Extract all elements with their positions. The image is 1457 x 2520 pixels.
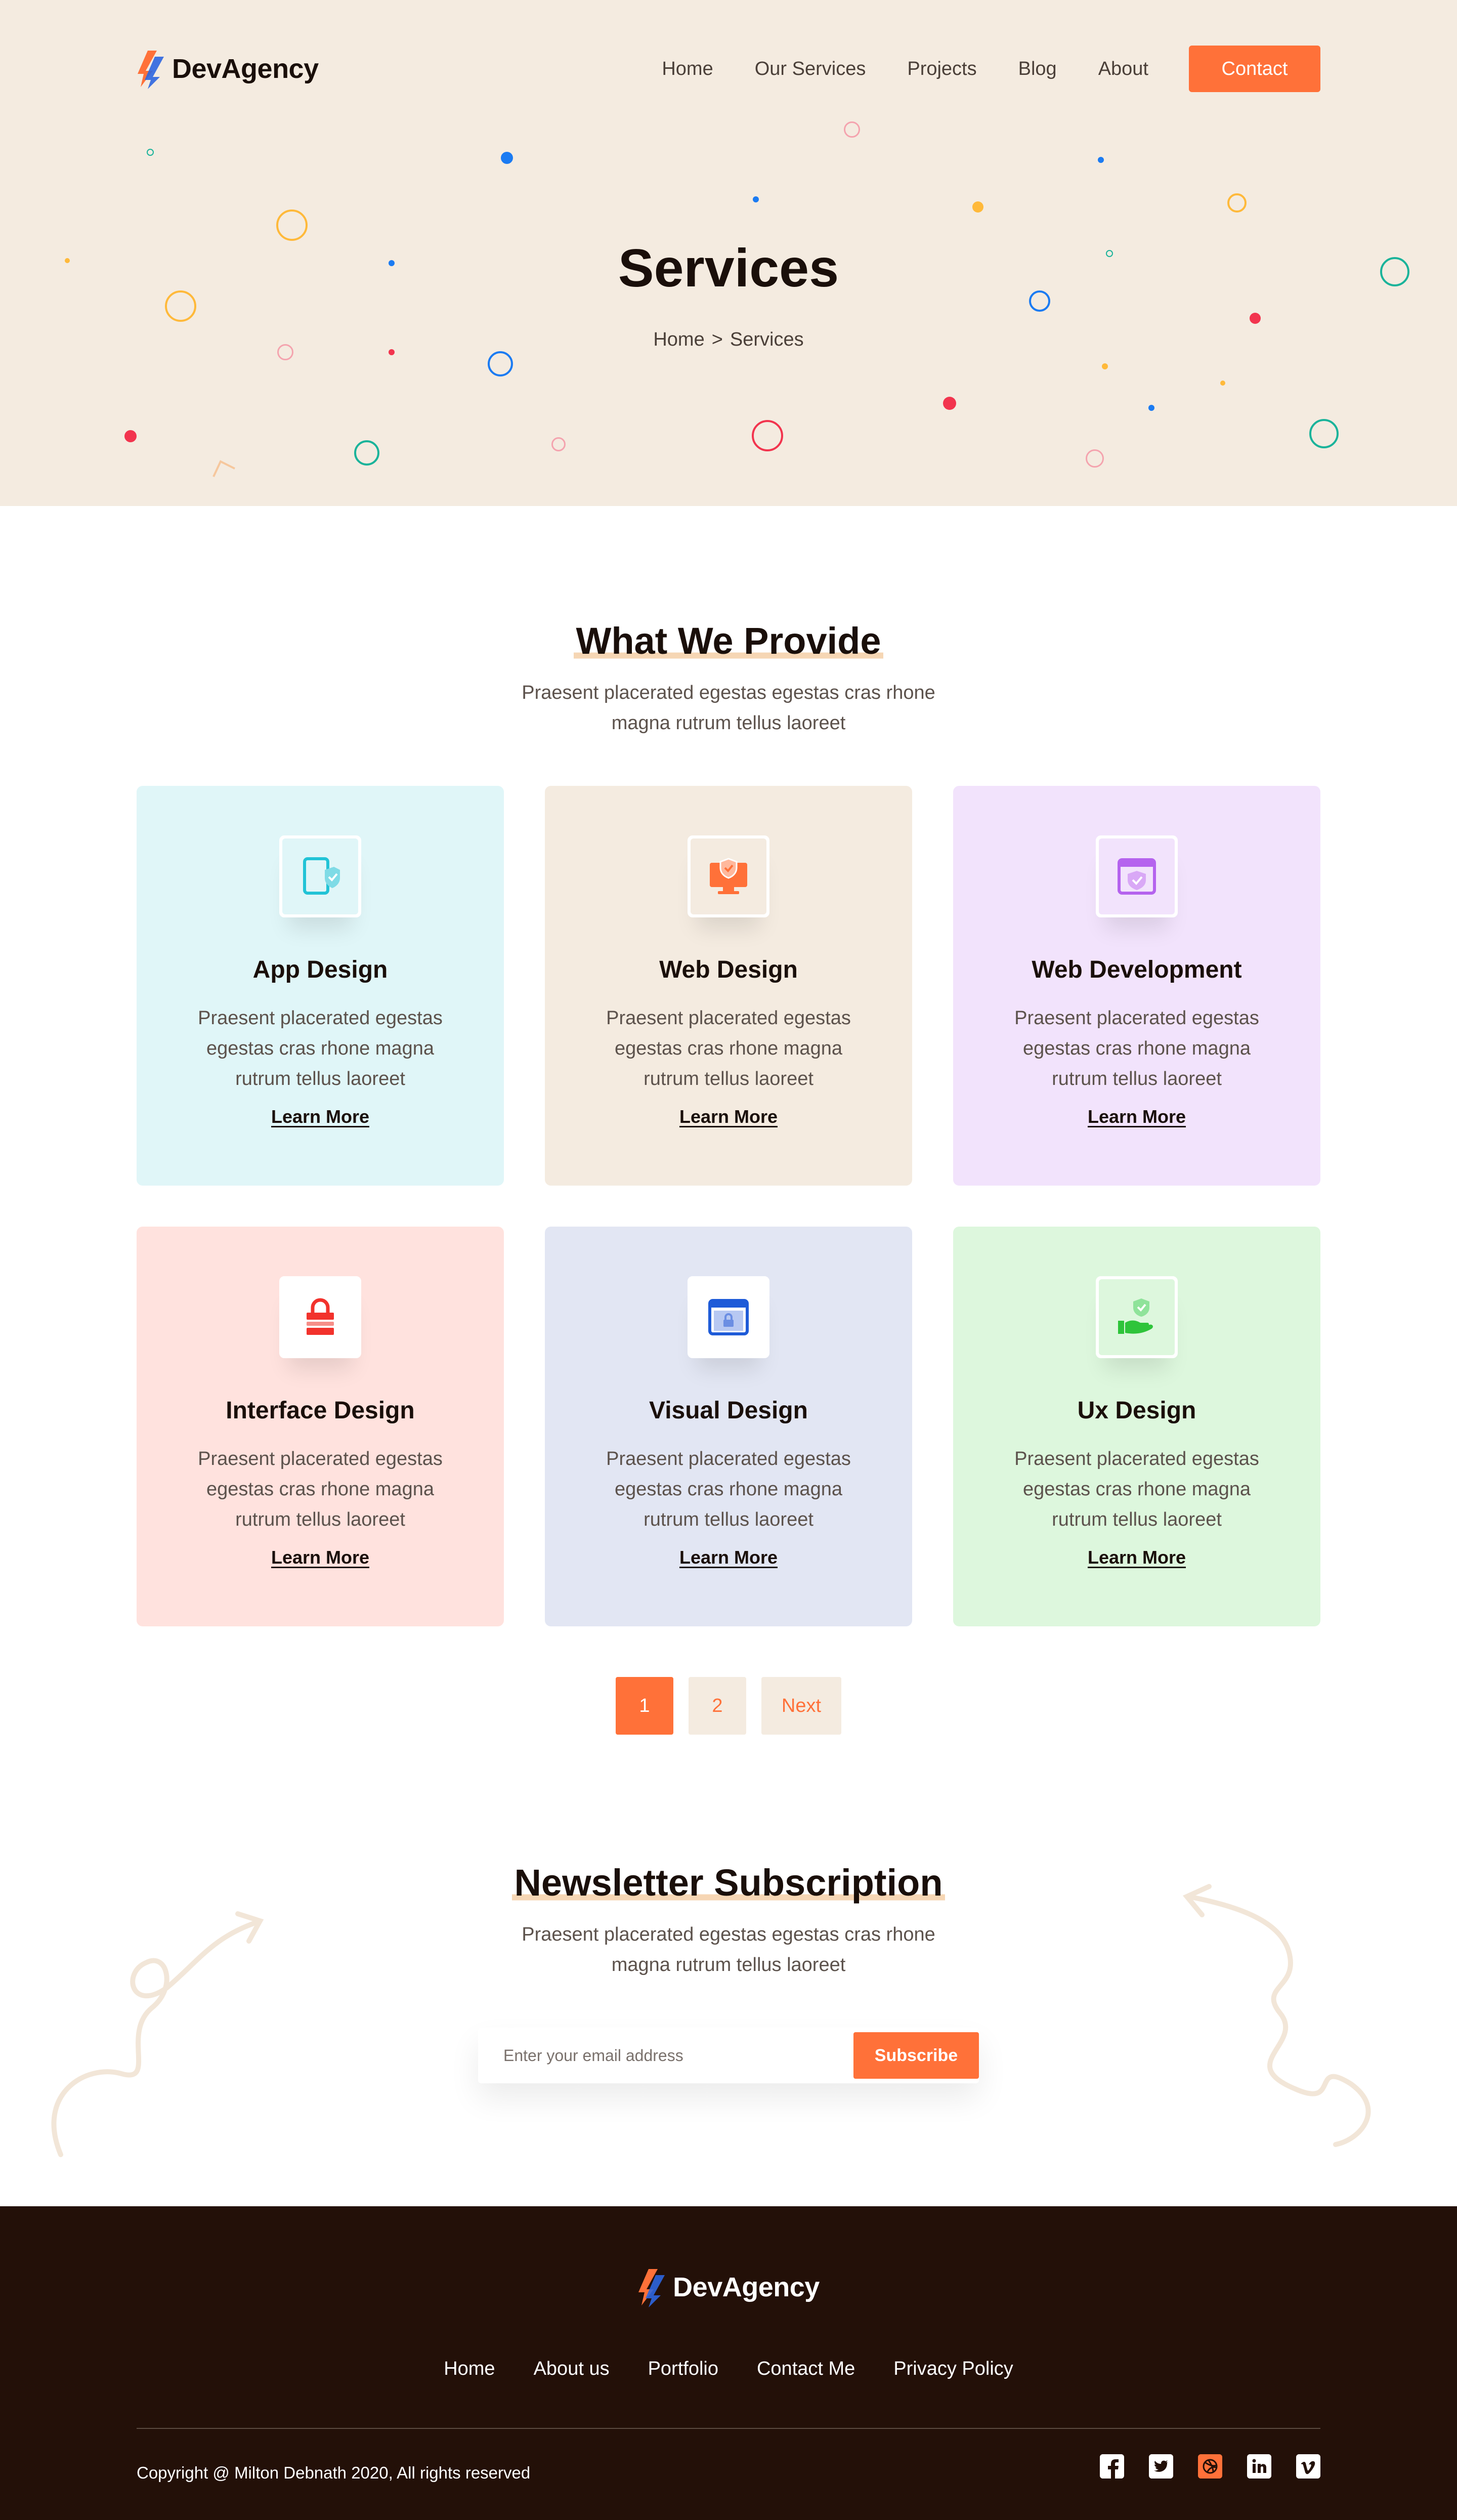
next-page-button[interactable]: Next — [761, 1677, 842, 1735]
email-input[interactable]: Enter your email address — [503, 2046, 683, 2065]
learn-more-link[interactable]: Learn More — [679, 1106, 778, 1127]
vimeo-icon[interactable] — [1296, 2454, 1320, 2479]
nav-blog[interactable]: Blog — [1018, 58, 1057, 80]
footer-link-contact-me[interactable]: Contact Me — [757, 2358, 855, 2380]
service-card-app-design: App Design Praesent placerated egestas e… — [137, 786, 504, 1186]
learn-more-link[interactable]: Learn More — [1088, 1106, 1186, 1127]
services-section: What We Provide Praesent placerated eges… — [137, 506, 1320, 1735]
footer-link-about-us[interactable]: About us — [534, 2358, 610, 2380]
service-icon-box — [279, 835, 361, 917]
window-lock-icon — [708, 1299, 749, 1335]
tablet-shield-icon — [303, 857, 340, 895]
learn-more-link[interactable]: Learn More — [679, 1547, 778, 1568]
footer-link-privacy-policy[interactable]: Privacy Policy — [893, 2358, 1013, 2380]
main-menu: Home Our Services Projects Blog About Co… — [662, 46, 1320, 92]
nav-projects[interactable]: Projects — [907, 58, 976, 80]
service-card-visual-design: Visual Design Praesent placerated egesta… — [545, 1227, 912, 1626]
service-icon-bg — [282, 1279, 358, 1355]
footer: DevAgency Home About us Portfolio Contac… — [0, 2206, 1457, 2520]
service-description: Praesent placerated egestas egestas cras… — [198, 1007, 443, 1089]
nav-about[interactable]: About — [1098, 58, 1148, 80]
decorative-arrow-left — [51, 1911, 264, 2157]
service-icon-bg — [282, 838, 358, 914]
service-description: Praesent placerated egestas egestas cras… — [1014, 1007, 1259, 1089]
services-subtitle: Praesent placerated egestas egestas cras… — [522, 682, 935, 734]
browser-shield-icon — [1118, 858, 1156, 895]
service-title: Ux Design — [1077, 1397, 1196, 1424]
service-title: App Design — [252, 956, 388, 983]
linkedin-icon[interactable] — [1247, 2454, 1271, 2479]
hero-section: DevAgency Home Our Services Projects Blo… — [0, 0, 1457, 506]
logo-icon — [638, 2269, 665, 2307]
logo-icon — [138, 51, 164, 89]
footer-menu: Home About us Portfolio Contact Me Priva… — [0, 2358, 1457, 2380]
breadcrumb-separator: > — [711, 329, 723, 350]
facebook-icon[interactable] — [1100, 2454, 1124, 2479]
decorative-arrow-right — [1182, 1884, 1371, 2147]
footer-link-home[interactable]: Home — [444, 2358, 495, 2380]
services-title: What We Provide — [137, 619, 1320, 662]
service-icon-box — [1096, 835, 1178, 917]
learn-more-link[interactable]: Learn More — [271, 1547, 369, 1568]
hand-shield-icon — [1118, 1298, 1153, 1334]
nav-our-services[interactable]: Our Services — [755, 58, 866, 80]
service-title: Visual Design — [649, 1397, 808, 1424]
copyright-text: Copyright @ Milton Debnath 2020, All rig… — [137, 2463, 531, 2482]
twitter-icon[interactable] — [1149, 2454, 1173, 2479]
learn-more-link[interactable]: Learn More — [1088, 1547, 1186, 1568]
nav-home[interactable]: Home — [662, 58, 713, 80]
service-description: Praesent placerated egestas egestas cras… — [606, 1448, 851, 1530]
footer-logo[interactable]: DevAgency — [0, 2267, 1457, 2307]
service-icon-bg — [691, 838, 766, 914]
service-description: Praesent placerated egestas egestas cras… — [1014, 1448, 1259, 1530]
service-card-ux-design: Ux Design Praesent placerated egestas eg… — [953, 1227, 1320, 1626]
service-title: Web Design — [659, 956, 798, 983]
page-title: Services — [618, 238, 839, 298]
breadcrumb-current: Services — [730, 329, 804, 350]
service-icon-bg — [691, 1279, 766, 1355]
service-description: Praesent placerated egestas egestas cras… — [606, 1007, 851, 1089]
service-icon-bg — [1099, 1279, 1175, 1355]
newsletter-title: Newsletter Subscription — [137, 1861, 1320, 1904]
service-icon-box — [688, 1276, 769, 1358]
footer-divider — [137, 2428, 1320, 2429]
top-nav: DevAgency Home Our Services Projects Blo… — [137, 45, 1320, 93]
subscribe-button[interactable]: Subscribe — [853, 2032, 979, 2079]
breadcrumb-home[interactable]: Home — [653, 329, 704, 350]
service-icon-box — [1096, 1276, 1178, 1358]
lock-bars-icon — [307, 1298, 334, 1335]
service-card-web-design: Web Design Praesent placerated egestas e… — [545, 786, 912, 1186]
service-icon-bg — [1099, 838, 1175, 914]
brand-name: DevAgency — [673, 2272, 820, 2302]
service-description: Praesent placerated egestas egestas cras… — [198, 1448, 443, 1530]
page-1-button[interactable]: 1 — [615, 1677, 673, 1735]
service-title: Interface Design — [226, 1397, 415, 1424]
dribbble-icon[interactable] — [1198, 2454, 1222, 2479]
page-2-button[interactable]: 2 — [688, 1677, 746, 1735]
monitor-shield-icon — [710, 858, 747, 894]
service-card-web-development: Web Development Praesent placerated eges… — [953, 786, 1320, 1186]
service-card-interface-design: Interface Design Praesent placerated ege… — [137, 1227, 504, 1626]
brand-name: DevAgency — [172, 54, 319, 84]
breadcrumb: Home > Services — [0, 329, 1457, 351]
service-title: Web Development — [1032, 956, 1242, 983]
social-links — [1100, 2454, 1320, 2479]
newsletter-section: Newsletter Subscription Praesent placera… — [51, 1861, 1371, 2225]
brand-logo[interactable]: DevAgency — [137, 49, 319, 89]
contact-button[interactable]: Contact — [1189, 46, 1320, 92]
service-icon-box — [688, 835, 769, 917]
footer-link-portfolio[interactable]: Portfolio — [648, 2358, 718, 2380]
newsletter-form: Enter your email address Subscribe — [478, 2028, 979, 2083]
newsletter-subtitle: Praesent placerated egestas egestas cras… — [522, 1924, 935, 1976]
learn-more-link[interactable]: Learn More — [271, 1106, 369, 1127]
service-icon-box — [279, 1276, 361, 1358]
services-grid: App Design Praesent placerated egestas e… — [137, 786, 1320, 1626]
pagination: 1 2 Next — [137, 1677, 1320, 1735]
